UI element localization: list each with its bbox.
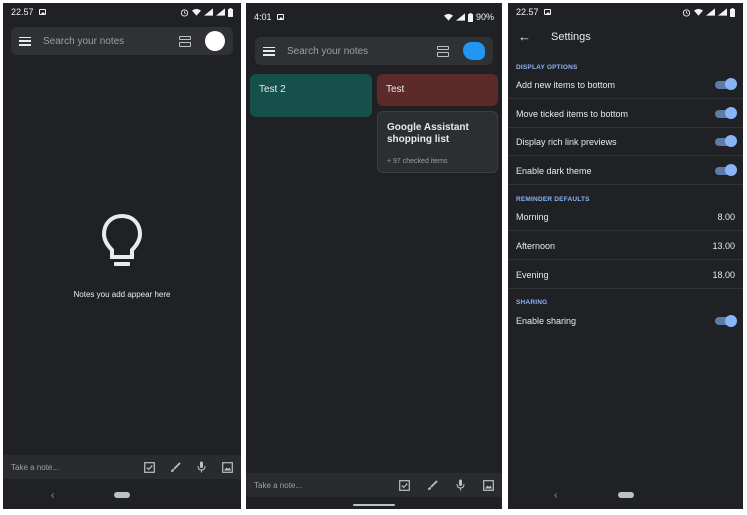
setting-row-rich-link-previews[interactable]: Display rich link previews [508,128,743,156]
setting-label: Add new items to bottom [516,79,616,90]
note-card[interactable]: Test 2 [250,74,372,117]
avatar[interactable] [205,31,225,51]
list-view-icon[interactable] [437,45,449,57]
alarm-icon [682,8,691,17]
gesture-handle[interactable] [353,504,395,506]
setting-value: 13.00 [712,240,735,251]
setting-row-move-ticked-items[interactable]: Move ticked items to bottom [508,100,743,128]
take-note-bar[interactable]: Take a note... [246,473,502,497]
navigation-bar: ‹ [3,484,241,506]
avatar[interactable] [463,42,485,60]
toggle-switch[interactable] [715,135,737,147]
wifi-icon [192,8,201,16]
microphone-icon[interactable] [195,461,207,473]
status-bar: 22.57 [508,3,743,21]
checkbox-icon[interactable] [143,461,155,473]
image-icon[interactable] [482,479,494,491]
search-input[interactable]: Search your notes [43,36,179,47]
hamburger-menu-icon[interactable] [263,46,275,56]
setting-row-morning[interactable]: Morning 8.00 [508,203,743,231]
setting-row-afternoon[interactable]: Afternoon 13.00 [508,232,743,260]
section-label-display-options: DISPLAY OPTIONS [516,64,578,71]
empty-state-text: Notes you add appear here [73,290,171,299]
setting-row-evening[interactable]: Evening 18.00 [508,261,743,289]
setting-label: Morning [516,211,549,222]
home-pill-button[interactable] [114,492,130,498]
checkbox-icon[interactable] [398,479,410,491]
note-title: Google Assistant shopping list [387,122,469,145]
status-icons [682,7,735,17]
setting-row-enable-sharing[interactable]: Enable sharing [508,307,743,335]
take-note-input[interactable]: Take a note... [11,463,143,472]
note-title: Test [386,84,405,95]
status-time: 22.57 [516,7,539,17]
navigation-bar: ‹ [508,484,743,506]
image-notification-icon [543,9,551,15]
hamburger-menu-icon[interactable] [19,36,31,46]
status-bar: 4:01 90% [246,8,502,26]
search-bar[interactable]: Search your notes [11,27,233,55]
note-title: Test 2 [259,84,286,95]
toggle-switch[interactable] [715,107,737,119]
empty-state: Notes you add appear here [3,213,241,299]
phone-screen-notes-list: 4:01 90% Search your notes Test 2 Test G… [246,3,502,509]
image-notification-icon [276,14,284,20]
setting-label: Move ticked items to bottom [516,108,629,119]
status-time: 22.57 [11,7,34,17]
setting-label: Evening [516,269,549,280]
note-card[interactable]: Test [377,74,498,106]
page-title: Settings [551,30,591,43]
alarm-icon [180,8,189,17]
status-icons [180,7,233,17]
phone-screen-settings: 22.57 ← Settings DISPLAY OPTIONS Add new… [508,3,743,509]
back-arrow-icon[interactable]: ← [518,29,531,44]
signal-icon [455,13,465,21]
wifi-icon [443,13,453,21]
image-icon[interactable] [221,461,233,473]
list-view-icon[interactable] [179,35,191,47]
search-input[interactable]: Search your notes [287,46,437,57]
wifi-icon [694,8,703,16]
home-pill-button[interactable] [617,492,634,498]
toggle-switch[interactable] [715,78,737,90]
brush-icon[interactable] [169,461,181,473]
battery-icon [730,7,735,17]
nav-back-button[interactable]: ‹ [554,490,557,501]
section-label-reminder-defaults: REMINDER DEFAULTS [516,196,590,203]
setting-label: Afternoon [516,240,556,251]
take-note-input[interactable]: Take a note... [254,481,398,490]
signal-icon [706,8,715,16]
setting-row-dark-theme[interactable]: Enable dark theme [508,157,743,185]
signal-icon-2 [216,8,225,16]
setting-value: 18.00 [712,269,735,280]
setting-label: Enable dark theme [516,165,592,176]
setting-row-add-new-items-bottom[interactable]: Add new items to bottom [508,71,743,99]
note-card[interactable]: Google Assistant shopping list + 97 chec… [377,111,498,173]
status-time: 4:01 [254,12,272,22]
status-icons: 90% [443,12,494,22]
checked-items-count: + 97 checked items [387,158,448,165]
take-note-bar[interactable]: Take a note... [3,455,241,479]
signal-icon-2 [718,8,727,16]
microphone-icon[interactable] [454,479,466,491]
battery-icon [228,7,233,17]
image-notification-icon [38,9,46,15]
nav-back-button[interactable]: ‹ [51,490,54,501]
phone-screen-empty-notes: 22.57 Search your notes Notes you add ap… [3,3,241,509]
section-label-sharing: SHARING [516,299,548,306]
lightbulb-icon [101,213,143,266]
toggle-switch[interactable] [715,164,737,176]
toggle-switch[interactable] [715,314,737,327]
status-bar: 22.57 [3,3,241,21]
search-bar[interactable]: Search your notes [255,37,493,65]
setting-label: Enable sharing [516,316,577,326]
settings-header: ← Settings [518,29,733,44]
setting-label: Display rich link previews [516,136,617,147]
signal-icon [204,8,213,16]
brush-icon[interactable] [426,479,438,491]
battery-percent: 90% [475,12,494,22]
setting-value: 8.00 [717,211,735,222]
battery-icon [467,12,473,22]
